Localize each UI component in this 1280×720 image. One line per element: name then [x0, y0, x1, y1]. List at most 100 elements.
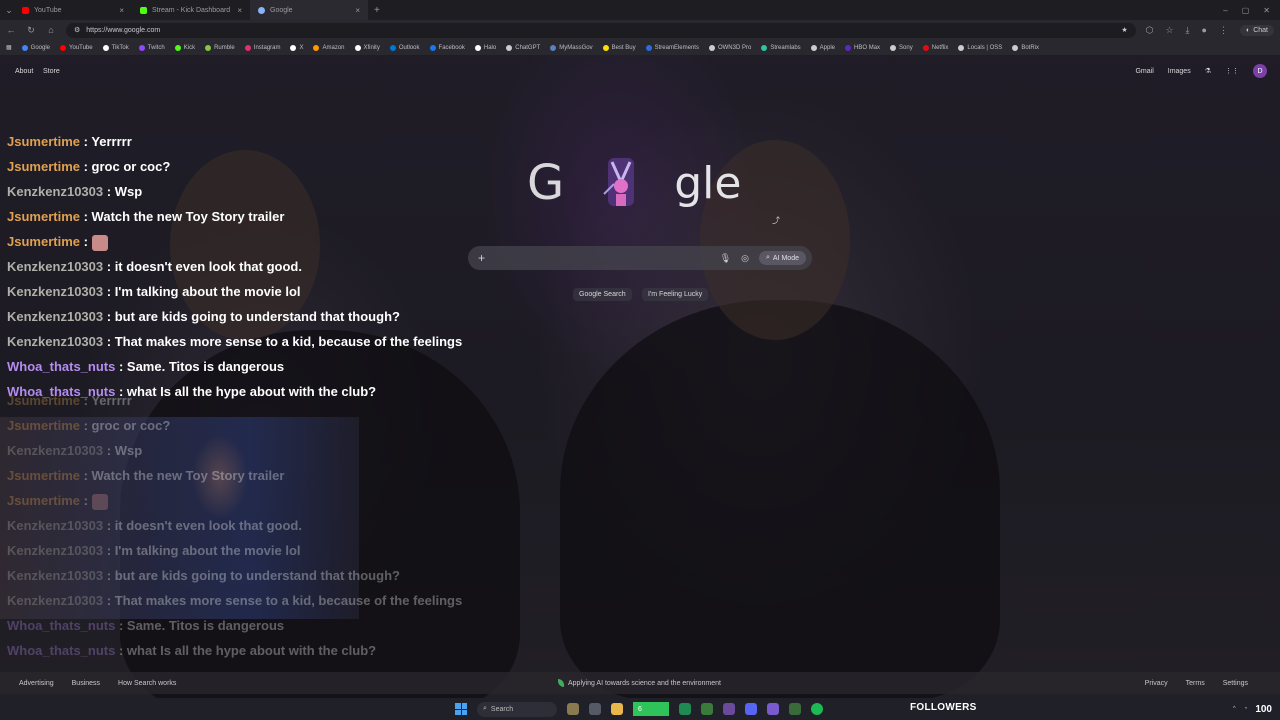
- advertising-link[interactable]: Advertising: [19, 680, 54, 687]
- downloads-icon[interactable]: ⤓: [1186, 25, 1190, 36]
- bookmark-star-icon[interactable]: ★: [1121, 26, 1127, 34]
- tab-list-icon[interactable]: ⌄: [4, 5, 14, 16]
- chat-username[interactable]: Jsumertime: [7, 134, 80, 149]
- minimize-icon[interactable]: –: [1223, 6, 1227, 15]
- chat-username[interactable]: Jsumertime: [7, 393, 80, 408]
- site-info-icon[interactable]: ⚙: [74, 26, 80, 34]
- about-link[interactable]: About: [15, 68, 33, 75]
- bookmark-halo[interactable]: Halo: [474, 44, 496, 51]
- bookmark-twitch[interactable]: Twitch: [138, 44, 165, 51]
- google-doodle-logo[interactable]: G gle: [527, 153, 752, 213]
- bookmark-bestbuy[interactable]: Best Buy: [602, 44, 636, 51]
- menu-icon[interactable]: ⋮: [1219, 25, 1228, 36]
- bookmark-instagram[interactable]: Instagram: [244, 44, 280, 51]
- bookmark-hbomax[interactable]: HBO Max: [845, 44, 880, 51]
- settings-link[interactable]: Settings: [1223, 680, 1248, 687]
- chat-username[interactable]: Jsumertime: [7, 468, 80, 483]
- bookmark-outlook[interactable]: Outlook: [389, 44, 420, 51]
- extensions-icon[interactable]: ⬡: [1146, 25, 1154, 36]
- bookmark-streamlabs[interactable]: Streamlabs: [761, 44, 801, 51]
- bookmark-amazon[interactable]: Amazon: [313, 44, 345, 51]
- chat-username[interactable]: Whoa_thats_nuts: [7, 618, 115, 633]
- close-tab-icon[interactable]: ×: [237, 6, 242, 15]
- profile-icon[interactable]: ●: [1202, 25, 1207, 35]
- ai-mode-button[interactable]: ⌕ AI Mode: [759, 251, 806, 265]
- bookmark-rumble[interactable]: Rumble: [205, 44, 235, 51]
- voice-search-icon[interactable]: 🎙: [720, 253, 731, 264]
- feeling-lucky-button[interactable]: I'm Feeling Lucky: [642, 288, 709, 301]
- spreadsheet-app-icon[interactable]: [679, 703, 691, 715]
- footer-center[interactable]: Applying AI towards science and the envi…: [558, 679, 721, 687]
- chat-username[interactable]: Whoa_thats_nuts: [7, 359, 115, 374]
- images-link[interactable]: Images: [1168, 68, 1191, 75]
- green-app-badge[interactable]: 6: [633, 702, 669, 716]
- task-view-icon[interactable]: [589, 703, 601, 715]
- bookmark-x[interactable]: X: [290, 44, 303, 51]
- share-doodle-icon[interactable]: ⤴: [772, 215, 780, 226]
- bookmark-sony[interactable]: Sony: [890, 44, 913, 51]
- chat-username[interactable]: Kenzkenz10303: [7, 443, 103, 458]
- network-icon[interactable]: ◔: [1244, 706, 1248, 712]
- bookmark-own3d[interactable]: OWN3D Pro: [708, 44, 751, 51]
- close-tab-icon[interactable]: ×: [119, 6, 124, 15]
- chat-username[interactable]: Kenzkenz10303: [7, 518, 103, 533]
- chat-username[interactable]: Kenzkenz10303: [7, 568, 103, 583]
- chat-username[interactable]: Kenzkenz10303: [7, 309, 103, 324]
- obs-icon[interactable]: [723, 703, 735, 715]
- bookmark-xfinity[interactable]: Xfinity: [354, 44, 380, 51]
- google-search-button[interactable]: Google Search: [573, 288, 632, 301]
- reload-icon[interactable]: ↻: [26, 25, 36, 36]
- chat-button[interactable]: ◐ Chat: [1239, 24, 1274, 36]
- tray-chevron-icon[interactable]: ^: [1233, 706, 1236, 712]
- bookmark-kick[interactable]: Kick: [174, 44, 195, 51]
- bookmark-youtube[interactable]: YouTube: [60, 44, 93, 51]
- chrome-icon[interactable]: [789, 703, 801, 715]
- bookmark-streamelements[interactable]: StreamElements: [645, 44, 699, 51]
- close-window-icon[interactable]: ✕: [1263, 6, 1270, 15]
- address-bar[interactable]: ⚙ https://www.google.com ★: [66, 22, 1136, 38]
- gmail-link[interactable]: Gmail: [1135, 68, 1153, 75]
- chat-username[interactable]: Kenzkenz10303: [7, 284, 103, 299]
- xbox-icon[interactable]: [701, 703, 713, 715]
- stream-deck-icon[interactable]: [767, 703, 779, 715]
- bookmark-chatgpt[interactable]: ChatGPT: [506, 44, 540, 51]
- maximize-icon[interactable]: ▢: [1242, 6, 1250, 15]
- lens-search-icon[interactable]: ◎: [741, 253, 749, 264]
- bookmark-facebook[interactable]: Facebook: [429, 44, 465, 51]
- how-search-works-link[interactable]: How Search works: [118, 680, 176, 687]
- business-link[interactable]: Business: [72, 680, 100, 687]
- bookmark-apple[interactable]: Apple: [810, 44, 835, 51]
- tab-kick-dashboard[interactable]: Stream - Kick Dashboard ×: [132, 0, 250, 20]
- bookmark-mymassgov[interactable]: MyMassGov: [550, 44, 593, 51]
- google-apps-icon[interactable]: ⋮⋮: [1225, 67, 1239, 75]
- store-link[interactable]: Store: [43, 68, 60, 75]
- widget-icon[interactable]: [567, 703, 579, 715]
- bookmark-botrix[interactable]: BotRix: [1012, 44, 1039, 51]
- chat-username[interactable]: Whoa_thats_nuts: [7, 643, 115, 658]
- chat-username[interactable]: Jsumertime: [7, 418, 80, 433]
- close-tab-icon[interactable]: ×: [355, 6, 360, 15]
- chat-username[interactable]: Kenzkenz10303: [7, 334, 103, 349]
- chat-username[interactable]: Jsumertime: [7, 234, 80, 249]
- tab-youtube[interactable]: YouTube ×: [14, 0, 132, 20]
- terms-link[interactable]: Terms: [1186, 680, 1205, 687]
- chat-username[interactable]: Kenzkenz10303: [7, 259, 103, 274]
- discord-icon[interactable]: [745, 703, 757, 715]
- labs-flask-icon[interactable]: ⚗: [1205, 67, 1211, 75]
- chat-username[interactable]: Jsumertime: [7, 209, 80, 224]
- bookmark-locals[interactable]: Locals | OSS: [958, 44, 1002, 51]
- file-explorer-icon[interactable]: [611, 703, 623, 715]
- chat-username[interactable]: Kenzkenz10303: [7, 593, 103, 608]
- tab-google[interactable]: Google ×: [250, 0, 368, 20]
- taskbar-search[interactable]: ⌕ Search: [477, 701, 557, 717]
- new-tab-icon[interactable]: +: [374, 5, 380, 16]
- windows-start-icon[interactable]: [455, 703, 467, 715]
- chat-username[interactable]: Jsumertime: [7, 493, 80, 508]
- spotify-icon[interactable]: [811, 703, 823, 715]
- chat-username[interactable]: Kenzkenz10303: [7, 184, 103, 199]
- account-avatar[interactable]: D: [1253, 64, 1267, 78]
- home-icon[interactable]: ⌂: [46, 25, 56, 35]
- search-box[interactable]: + 🎙 ◎ ⌕ AI Mode: [468, 246, 812, 270]
- bookmarks-icon[interactable]: ☆: [1165, 25, 1173, 36]
- bookmark-tiktok[interactable]: TikTok: [102, 44, 129, 51]
